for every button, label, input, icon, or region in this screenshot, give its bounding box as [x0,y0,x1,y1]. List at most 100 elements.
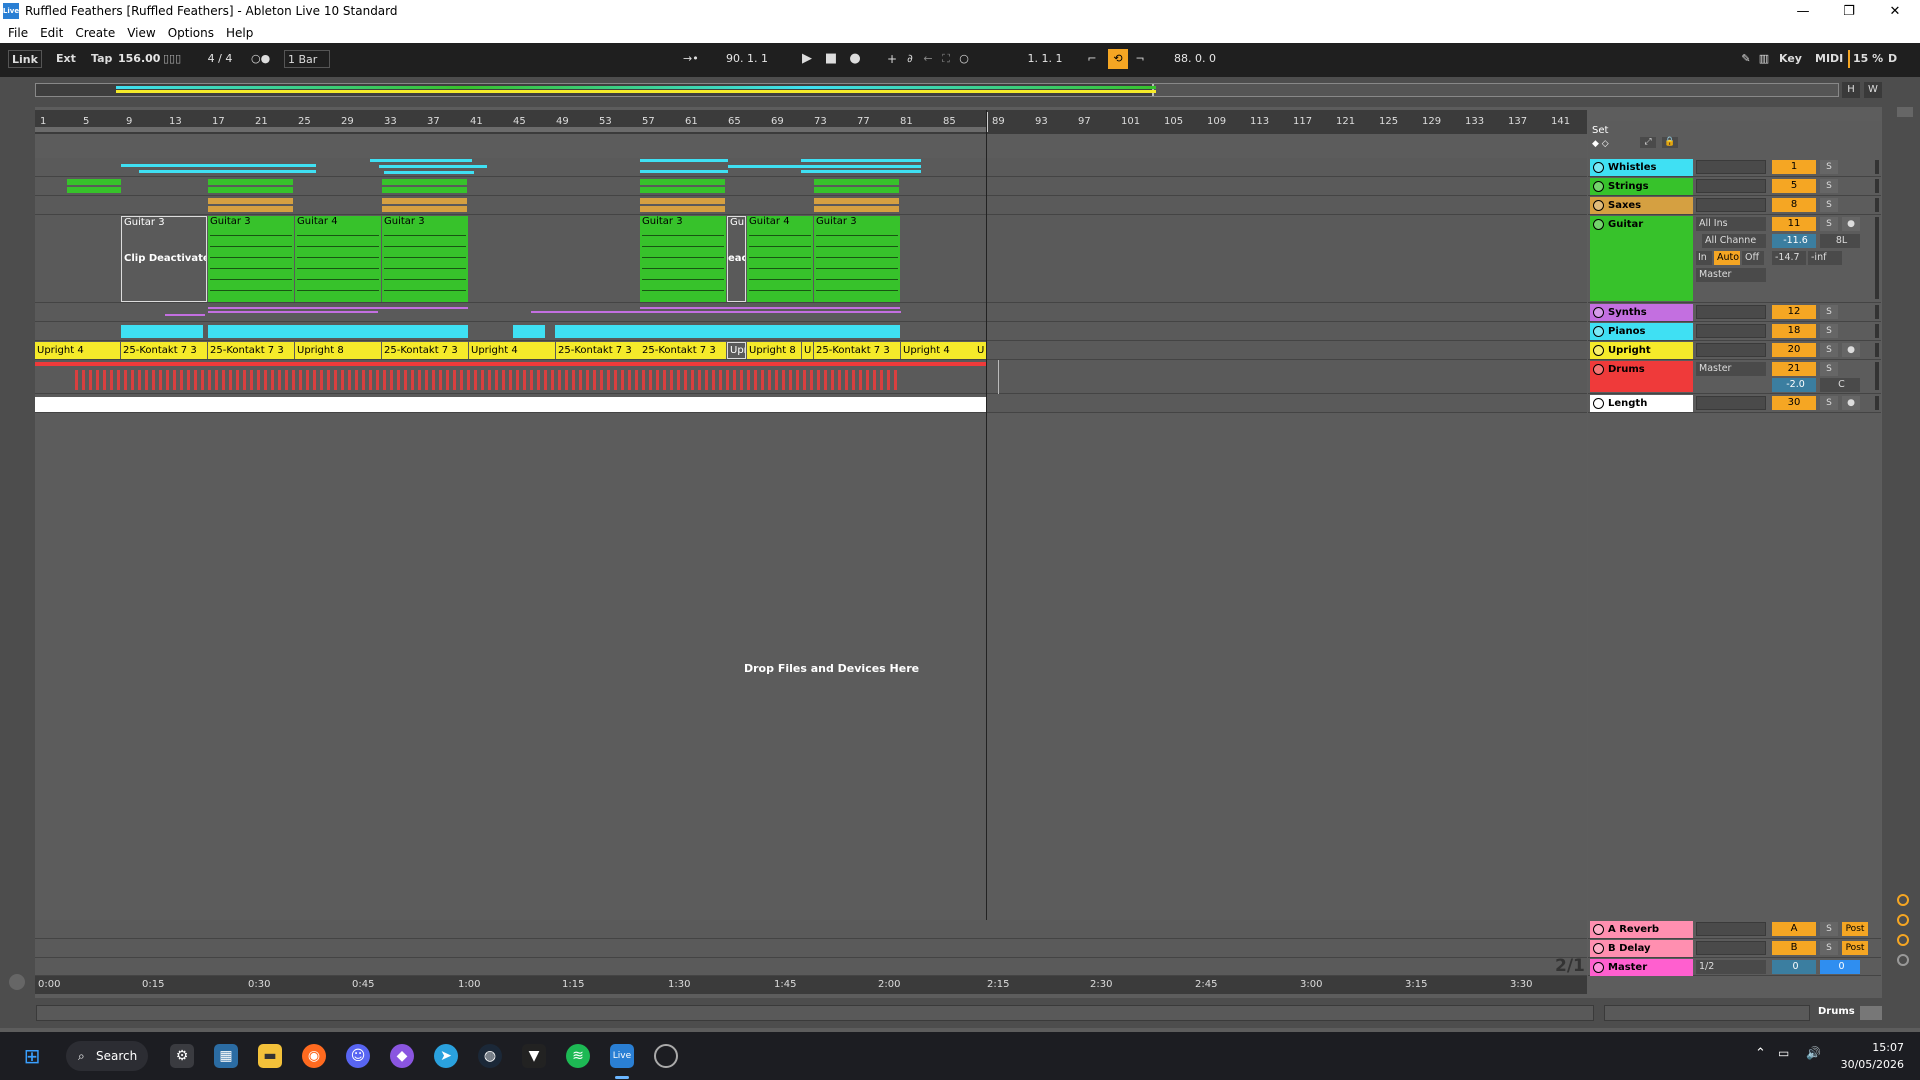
record-icon[interactable]: ● [846,49,864,69]
track-activator[interactable]: 20 [1772,343,1816,357]
fox-app-icon[interactable]: ▼ [522,1044,546,1068]
fold-icon[interactable] [1593,219,1604,230]
send-level[interactable]: -14.7 [1772,251,1806,265]
guitar-clip[interactable]: Guitar 3 [640,216,726,302]
detail-toggle-icon[interactable] [9,974,25,990]
track-header-pianos[interactable]: Pianos [1590,323,1693,340]
upright-clip[interactable]: Upright 4 [469,342,555,359]
maximize-button[interactable]: ❐ [1826,0,1872,22]
clock-date[interactable]: 30/05/2026 [1838,1058,1904,1071]
solo-button[interactable]: S [1820,324,1838,338]
play-icon[interactable]: ▶ [798,49,816,69]
master-output-dropdown[interactable]: 1/2 [1696,960,1766,974]
track-pan[interactable]: C [1820,378,1860,392]
track-activator[interactable]: 21 [1772,362,1816,376]
track-upright[interactable]: Upright 20 S ● [1588,341,1881,360]
solo-button[interactable]: S [1820,941,1838,955]
track-activator[interactable]: 5 [1772,179,1816,193]
fold-icon[interactable] [1593,162,1604,173]
menu-options[interactable]: Options [168,26,214,40]
zoom-width-button[interactable]: W [1864,82,1882,98]
track-header-strings[interactable]: Strings [1590,178,1693,195]
lane-a-reverb[interactable] [35,920,1587,939]
track-header-upright[interactable]: Upright [1590,342,1693,359]
nudge-icon[interactable]: ▯▯▯ [160,50,184,68]
telegram-icon[interactable]: ➤ [434,1044,458,1068]
length-clip[interactable] [35,397,987,412]
photos-app-icon[interactable]: ▦ [214,1044,238,1068]
monitor-auto-button[interactable]: Auto [1714,251,1740,265]
guitar-clip-deactivated-small[interactable]: Guieact [727,216,746,302]
menu-help[interactable]: Help [226,26,253,40]
upright-clip[interactable]: 25-Kontakt 7 3 [382,342,468,359]
fold-icon[interactable] [1593,364,1604,375]
track-length[interactable]: Length 30 S ● [1588,394,1881,413]
solo-button[interactable]: S [1820,922,1838,936]
midi-map-button[interactable]: MIDI [1812,50,1846,68]
upright-clip[interactable]: Upright 4 [35,342,120,359]
menu-file[interactable]: File [8,26,28,40]
track-header-saxes[interactable]: Saxes [1590,197,1693,214]
track-pianos[interactable]: Pianos 18 S [1588,322,1881,341]
loop-brace[interactable] [35,127,987,132]
master-volume[interactable]: 0 [1772,960,1816,974]
solo-button[interactable]: S [1820,160,1838,174]
menu-edit[interactable]: Edit [40,26,63,40]
detail-view-icon[interactable] [1860,1006,1882,1020]
input-channel-dropdown[interactable]: All Channe [1702,234,1766,248]
overdub-icon[interactable]: + [884,49,900,69]
ext-button[interactable]: Ext [53,50,79,68]
track-drums[interactable]: Drums Master 21 S -2.0 C [1588,360,1881,394]
guitar-clip[interactable]: Guitar 3 [382,216,468,302]
lane-b-delay[interactable] [35,939,1587,958]
track-strings[interactable]: Strings 5 S [1588,177,1881,196]
track-saxes[interactable]: Saxes 8 S [1588,196,1881,215]
monitor-off-button[interactable]: Off [1742,251,1764,265]
steam-icon[interactable]: ◍ [478,1044,502,1068]
master-track[interactable]: Master 1/2 0 0 [1588,958,1881,976]
solo-button[interactable]: S [1820,179,1838,193]
link-button[interactable]: Link [8,50,42,68]
ableton-live-taskbar-icon[interactable]: Live [610,1044,634,1068]
mixer-toggle-icon[interactable] [1897,954,1909,966]
clock-time[interactable]: 15:07 [1838,1041,1904,1054]
upright-clip[interactable]: 25-Kontakt 7 3 [640,342,726,359]
track-header-guitar[interactable]: Guitar [1590,216,1693,301]
master-pan[interactable]: 0 [1820,960,1860,974]
return-activator[interactable]: B [1772,941,1816,955]
track-header-synths[interactable]: Synths [1590,304,1693,321]
track-header-whistles[interactable]: Whistles [1590,159,1693,176]
post-button[interactable]: Post [1842,922,1868,936]
menu-create[interactable]: Create [75,26,115,40]
follow-icon[interactable]: →• [680,50,702,68]
keyboard-icon[interactable]: ▥ [1756,49,1772,69]
track-activator[interactable]: 1 [1772,160,1816,174]
upright-clip[interactable]: Upright 8 [747,342,801,359]
time-signature-field[interactable]: 4 / 4 [200,49,240,69]
track-header-master[interactable]: Master [1590,959,1693,976]
track-activator[interactable]: 11 [1772,217,1816,231]
returns-toggle-icon[interactable] [1897,934,1909,946]
upright-clip[interactable]: 25-Kontakt 7 3 [208,342,294,359]
track-header-length[interactable]: Length [1590,395,1693,412]
upright-clip-deactivated[interactable]: Upr [727,342,746,359]
windows-start-icon[interactable]: ⊞ [20,1044,44,1068]
tray-chevron-icon[interactable]: ⌃ [1755,1046,1766,1061]
return-activator[interactable]: A [1772,922,1816,936]
arrangement-position-field[interactable]: 90. 1. 1 [712,49,782,69]
post-button[interactable]: Post [1842,941,1868,955]
input-type-dropdown[interactable]: All Ins [1696,217,1766,231]
arm-record-button[interactable]: ● [1842,217,1860,231]
loop-start-field[interactable]: 1. 1. 1 [1010,49,1080,69]
track-pan[interactable]: 8L [1820,234,1860,248]
draw-mode-icon[interactable]: ✎ [1738,49,1754,69]
upright-clip[interactable]: 25-Kontakt 7 3 [556,342,640,359]
key-map-button[interactable]: Key [1776,50,1805,68]
arm-record-button[interactable]: ● [1842,396,1860,410]
solo-button[interactable]: S [1820,362,1838,376]
overview-strip[interactable] [35,83,1839,97]
discord-icon[interactable]: ☺ [346,1044,370,1068]
time-ruler[interactable]: 0:00 0:15 0:30 0:45 1:00 1:15 1:30 1:45 … [35,976,1587,994]
arrangement-overview[interactable]: H W [0,77,1920,107]
quantize-dropdown[interactable]: 1 Bar [284,50,330,68]
